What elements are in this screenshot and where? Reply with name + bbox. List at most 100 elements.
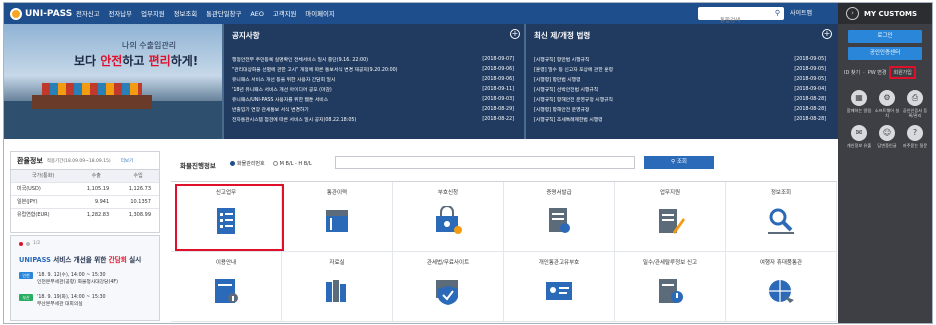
list-item[interactable]: [시행령] 항만법 시행령 [2018-09-05] [534,74,826,84]
notice-date: [2018-09-07] [482,56,514,62]
import-rate-cell: 10.1357 [117,194,159,208]
notice-date: [2018-08-22] [482,116,514,122]
service-customs-law-sites[interactable]: 관세법/무료사이트 [393,252,504,322]
find-id-link[interactable]: ID 찾기 [844,69,860,76]
change-pw-link[interactable]: PW 변경 [868,69,887,76]
menu-item-work-support[interactable]: 업무지원 [141,9,165,18]
more-plus-icon[interactable]: + [510,29,520,39]
slogan-part: 하고 [122,54,149,68]
login-button[interactable]: 로그인 [848,30,922,43]
law-title: [시행규칙] 조세특례제한법 시행령 [534,117,603,123]
sidebar-shortcut-software[interactable]: ⚙ 소프트웨어 설치 [874,90,900,118]
carousel-dot[interactable] [26,241,30,246]
unipass-logo[interactable]: UNI-PASS [10,6,72,21]
event-datetime: '18. 9. 12(수), 14:00 ~ 15:30 [37,273,106,278]
archive-icon [326,280,346,302]
sidebar-shortcut-faq[interactable]: ? 자주묻는 질문 [902,125,928,148]
list-item[interactable]: 유니패스 서비스 개선 등을 위한 사용자 간담회 일시 [2018-09-06] [232,74,514,84]
event-notice-banner[interactable]: 1/2 UNIPASS 서비스 개선을 위한 간담회 실시 인천 '18. 9.… [10,235,160,321]
list-item[interactable]: [시행규칙] 항해안전 운영규정 시행규칙 [2018-08-28] [534,94,826,104]
service-label: 정보조회 [770,190,792,196]
list-item[interactable]: '18년 유니패스 서비스 개선 아이디어 공모 (마감) [2018-09-11… [232,84,514,94]
service-personal-customs-code[interactable]: 개인통관고유부호 [504,252,615,322]
carousel-dot[interactable] [19,241,23,246]
globe-plane-icon [769,280,794,303]
sidebar-shortcut-graph[interactable]: ▦ 함께하는 알림 [846,90,872,113]
law-date: [2018-09-05] [794,66,826,72]
radio-bl-number[interactable]: M B/L - H B/L [272,160,312,167]
menu-item-aeo[interactable]: AEO [250,10,263,18]
list-item[interactable]: [훈령] 밀수 등 신고자 포상에 관한 훈령 [2018-09-05] [534,64,826,74]
currency-cell: 일본(JPY) [11,194,76,208]
list-item[interactable]: [시행령] 항해안전 운영규정 [2018-08-28] [534,104,826,114]
radio-cargo-number[interactable]: 화물관리번호 [230,160,265,167]
list-item[interactable]: 반출입기 연장 관세통보 서식 변경하기 [2018-08-29] [232,104,514,114]
service-smuggling-report[interactable]: 밀수/관세탈루정보 신고 [615,252,726,322]
service-label: 이용안내 [215,260,237,266]
list-item[interactable]: 유니패스/UNI-PASS 사용자를 위한 웹툰 서비스 [2018-09-03] [232,94,514,104]
import-rate-cell: 1,308.99 [117,207,159,221]
service-certificate[interactable]: 증명서발급 [504,182,615,252]
search-icon[interactable]: ⚲ [775,9,780,17]
notice-date: [2018-09-06] [482,76,514,82]
menu-item-info-inquiry[interactable]: 정보조회 [174,9,198,18]
certificate-icon [549,208,570,233]
event-title-brand: UNIPASS [19,256,51,264]
event-title-emphasis: 간담회 [108,256,127,264]
more-link[interactable]: 더보기 [121,158,133,164]
service-guide[interactable]: 이용안내 [171,252,282,322]
menu-item-customer-support[interactable]: 고객지원 [273,9,297,18]
cargo-number-input[interactable] [335,156,635,169]
law-title: [시행규칙] 항만법 시행규칙 [534,57,590,63]
list-item[interactable]: [시행규칙] 조세특례제한법 시행령 [2018-08-28] [534,114,826,124]
hero-banner: 나의 수출입관리 보다 안전하고 편리하게! 공지사항 + 행정안전부 주민등록… [4,24,838,139]
service-archive[interactable]: 자료실 [282,252,393,322]
menu-item-my-page[interactable]: 마이페이지 [305,9,334,18]
shortcut-label: 답변중인글 [877,143,897,148]
list-item[interactable]: 행정안전부 주민등록 실명확인 전체서비스 일시 중단(9.16. 22:00)… [232,54,514,64]
shortcut-label: 개인정보 유출 [846,143,872,148]
law-date: [2018-08-28] [794,116,826,122]
table-row: 유럽연합(EUR) 1,282.83 1,308.99 [11,207,159,221]
law-date: [2018-08-28] [794,106,826,112]
cargo-search-button[interactable]: ⚲ 조회 [644,156,714,169]
sitemap-link[interactable]: 사이트맵 [790,8,812,17]
more-plus-icon[interactable]: + [822,29,832,39]
slogan-emphasis: 편리 [148,54,171,68]
slogan-emphasis: 안전 [100,54,123,68]
event-venue: 인천본부세관(공항) 화물청사대강당(4F) [37,280,119,285]
hero-slogan-line2: 보다 안전하고 편리하게! [74,52,198,69]
my-customs-sidebar: › MY CUSTOMS 로그인 공인인증센터 ID 찾기 · PW 변경 회원… [838,3,932,323]
service-work-support[interactable]: 업무지원 [615,182,726,252]
list-item[interactable]: [시행규칙] 선박안전법 시행규칙 [2018-09-04] [534,84,826,94]
service-label: 증명서발급 [546,190,572,196]
service-code-application[interactable]: 부호신청 [393,182,504,252]
service-label: 밀수/관세탈루정보 신고 [642,260,698,266]
event-title-part: 서비스 개선을 위한 [50,256,109,264]
list-item[interactable]: [시행규칙] 항만법 시행규칙 [2018-09-05] [534,54,826,64]
cargo-search-type: 화물관리번호 M B/L - H B/L [230,160,312,167]
chevron-right-icon[interactable]: › [846,7,859,20]
list-item[interactable]: "관리대상화물 선별에 관한 고시" 개정에 따른 통보서식 변경 재공지(9.… [232,64,514,74]
divider: · [863,69,865,76]
notice-title: 전자통관시스템 점검에 따른 서비스 일시 공지(08.22.18:05) [232,117,357,123]
sidebar-shortcut-certificate[interactable]: ⎙ 공인인증서 등록/관리 [902,90,928,118]
service-traveler-goods[interactable]: 여행자 휴대품통관 [726,252,837,322]
list-item[interactable]: 전자통관시스템 점검에 따른 서비스 일시 공지(08.22.18:05) [20… [232,114,514,124]
top-navigation: UNI-PASS 전자신고 전자납부 업무지원 정보조회 통관단일창구 AEO … [4,3,838,28]
cert-center-button[interactable]: 공인인증센터 [848,47,922,60]
signup-link[interactable]: 회원가입 [889,66,916,79]
service-info-inquiry[interactable]: 정보조회 [726,182,837,252]
service-history[interactable]: 통관이력 [282,182,393,252]
info-book-icon [215,279,238,303]
menu-item-single-window[interactable]: 통관단일창구 [206,9,241,18]
sidebar-shortcut-answers[interactable]: ☺ 답변중인글 [874,125,900,148]
gear-icon: ⚙ [879,90,895,106]
notice-date: [2018-09-06] [482,66,514,72]
user-icon: ☺ [879,125,895,141]
menu-item-e-declaration[interactable]: 전자신고 [76,9,100,18]
currency-cell: 유럽연합(EUR) [11,207,76,221]
magnifier-icon [768,208,794,234]
sidebar-shortcut-privacy[interactable]: ✉ 개인정보 유출 [846,125,872,148]
menu-item-e-payment[interactable]: 전자납부 [109,9,133,18]
